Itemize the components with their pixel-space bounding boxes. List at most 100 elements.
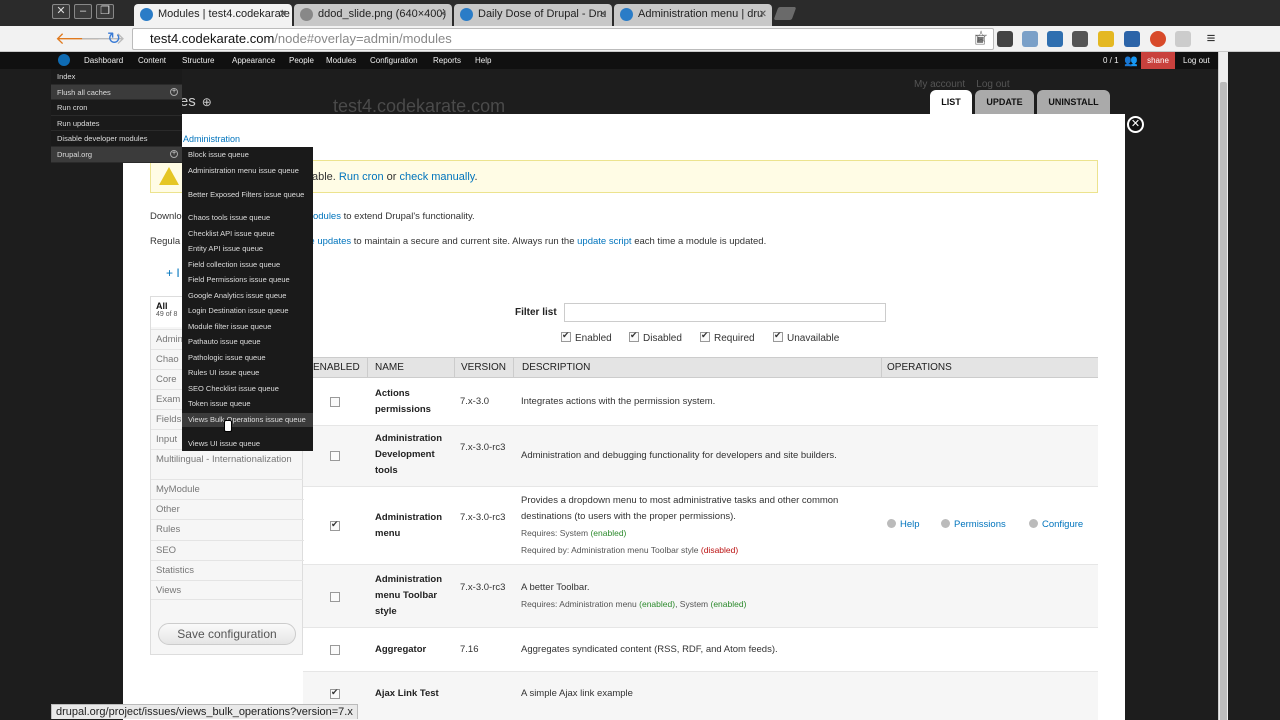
browser-tab-admin-menu[interactable]: Administration menu | dru ✕: [614, 4, 772, 26]
filter-input[interactable]: [564, 303, 886, 322]
breadcrumb[interactable]: Administration: [183, 134, 240, 144]
address-bar[interactable]: test4.codekarate.com/node#overlay=admin/…: [132, 28, 994, 50]
extension-note-icon[interactable]: [1098, 31, 1114, 47]
submenu-item[interactable]: Google Analytics issue queue: [182, 292, 313, 300]
submenu-item[interactable]: Login Destination issue queue: [182, 307, 313, 315]
install-module-link[interactable]: + I: [166, 266, 180, 280]
extension-trello-icon[interactable]: [1124, 31, 1140, 47]
package-tab-mymodule[interactable]: MyModule: [151, 479, 304, 499]
module-enable-checkbox[interactable]: [330, 592, 344, 604]
page-scrollbar[interactable]: [1218, 52, 1228, 720]
submenu-item[interactable]: Checklist API issue queue: [182, 230, 313, 238]
admin-menu-content[interactable]: Content: [138, 56, 166, 65]
admin-menu-logout[interactable]: Log out: [1183, 56, 1210, 65]
overlay-close-icon[interactable]: ✕: [1127, 116, 1144, 133]
extension-puzzle-icon[interactable]: [1175, 31, 1191, 47]
check-manually-link[interactable]: check manually: [399, 171, 474, 183]
module-enable-checkbox[interactable]: [330, 397, 344, 409]
configure-link[interactable]: Configure: [1029, 519, 1083, 530]
forward-arrow-icon[interactable]: 🡒: [80, 29, 126, 49]
window-maximize-icon[interactable]: ❐: [96, 4, 114, 19]
scrollbar-thumb[interactable]: [1220, 82, 1227, 720]
filter-disabled-checkbox[interactable]: Disabled: [629, 330, 682, 344]
package-tab-other[interactable]: Other: [151, 499, 304, 519]
drupal-logo-icon[interactable]: [58, 54, 70, 66]
module-enable-checkbox[interactable]: [330, 645, 344, 657]
reload-icon[interactable]: ↻: [104, 29, 124, 49]
modules-link[interactable]: odules: [313, 211, 341, 222]
site-logout-link[interactable]: Log out: [976, 79, 1009, 90]
submenu-item[interactable]: Better Exposed Filters issue queue: [182, 191, 313, 199]
filter-unavailable-checkbox[interactable]: Unavailable: [773, 330, 839, 344]
package-tab-multilingual[interactable]: Multilingual - Internationalization: [151, 449, 304, 479]
admin-menu-people[interactable]: People: [289, 56, 314, 65]
save-configuration-button[interactable]: Save configuration: [158, 623, 296, 645]
submenu-item[interactable]: Views UI issue queue: [182, 440, 313, 448]
dropdown-item-run-updates[interactable]: Run updates: [51, 116, 182, 132]
package-tab-rules[interactable]: Rules: [151, 519, 304, 539]
tab-list[interactable]: LIST: [930, 90, 972, 114]
tab-close-icon[interactable]: ✕: [439, 4, 447, 25]
update-script-link[interactable]: update script: [577, 236, 631, 247]
dropdown-item-run-cron[interactable]: Run cron: [51, 100, 182, 116]
module-enable-checkbox[interactable]: [330, 687, 344, 701]
updates-link[interactable]: e updates: [309, 236, 351, 247]
admin-menu-help[interactable]: Help: [475, 56, 491, 65]
back-arrow-icon[interactable]: 🡐: [55, 29, 101, 49]
package-tab-statistics[interactable]: Statistics: [151, 560, 304, 580]
permissions-link[interactable]: Permissions: [941, 519, 1006, 530]
tab-uninstall[interactable]: UNINSTALL: [1037, 90, 1110, 114]
extension-dropper-icon[interactable]: [1022, 31, 1038, 47]
submenu-item[interactable]: Entity API issue queue: [182, 245, 313, 253]
browser-tab-image[interactable]: ddod_slide.png (640×400) ✕: [294, 4, 452, 26]
submenu-item[interactable]: Block issue queue: [182, 151, 313, 159]
browser-tab-modules[interactable]: Modules | test4.codekarate ✕: [134, 4, 292, 26]
submenu-item[interactable]: Rules UI issue queue: [182, 369, 313, 377]
submenu-item[interactable]: Pathauto issue queue: [182, 338, 313, 346]
dropdown-item-drupal-org[interactable]: Drupal.org +: [51, 146, 182, 163]
menu-icon[interactable]: ≡: [1201, 29, 1221, 49]
submenu-item[interactable]: Field Permissions issue queue: [182, 276, 313, 284]
star-icon[interactable]: ☆: [971, 28, 991, 48]
module-enable-checkbox[interactable]: [330, 451, 344, 463]
extension-stumble-icon[interactable]: [1150, 31, 1166, 47]
tab-update[interactable]: UPDATE: [975, 90, 1034, 114]
admin-menu-modules[interactable]: Modules: [326, 56, 356, 65]
submenu-item[interactable]: Chaos tools issue queue: [182, 214, 313, 222]
admin-menu-structure[interactable]: Structure: [182, 56, 214, 65]
submenu-item[interactable]: Token issue queue: [182, 400, 313, 408]
window-minimize-icon[interactable]: –: [74, 4, 92, 19]
submenu-item[interactable]: SEO Checklist issue queue: [182, 385, 313, 393]
extension-capture-icon[interactable]: [1072, 31, 1088, 47]
tab-close-icon[interactable]: ✕: [279, 4, 287, 25]
submenu-item-views-bulk-operations[interactable]: Views Bulk Operations issue queue: [182, 413, 313, 427]
submenu-item[interactable]: Pathologic issue queue: [182, 354, 313, 362]
new-tab-button[interactable]: [773, 7, 797, 20]
package-tab-views[interactable]: Views: [151, 580, 304, 600]
submenu-item[interactable]: Administration menu issue queue: [182, 167, 313, 175]
filter-required-checkbox[interactable]: Required: [700, 330, 755, 344]
package-tab-seo[interactable]: SEO: [151, 540, 304, 560]
module-enable-checkbox[interactable]: [330, 519, 344, 533]
tab-close-icon[interactable]: ✕: [599, 4, 607, 25]
admin-menu-configuration[interactable]: Configuration: [370, 56, 418, 65]
run-cron-link[interactable]: Run cron: [339, 171, 384, 183]
help-link[interactable]: Help: [887, 519, 920, 530]
extension-reader-icon[interactable]: [997, 31, 1013, 47]
shortcut-add-icon[interactable]: ⊕: [202, 95, 212, 109]
admin-menu-reports[interactable]: Reports: [433, 56, 461, 65]
window-close-icon[interactable]: ✕: [52, 4, 70, 19]
tab-close-icon[interactable]: ✕: [759, 4, 767, 25]
admin-menu-dashboard[interactable]: Dashboard: [84, 56, 123, 65]
submenu-item[interactable]: Module filter issue queue: [182, 323, 313, 331]
admin-menu-appearance[interactable]: Appearance: [232, 56, 275, 65]
dropdown-item-index[interactable]: Index: [51, 69, 182, 85]
browser-tab-daily-dose[interactable]: Daily Dose of Drupal - Dru ✕: [454, 4, 612, 26]
extension-screen-icon[interactable]: [1047, 31, 1063, 47]
dropdown-item-disable-dev-modules[interactable]: Disable developer modules: [51, 131, 182, 147]
submenu-item[interactable]: Field collection issue queue: [182, 261, 313, 269]
filter-enabled-checkbox[interactable]: Enabled: [561, 330, 612, 344]
admin-menu-user[interactable]: shane: [1141, 52, 1175, 69]
my-account-link[interactable]: My account: [914, 79, 965, 90]
dropdown-item-flush-caches[interactable]: Flush all caches +: [51, 84, 182, 101]
